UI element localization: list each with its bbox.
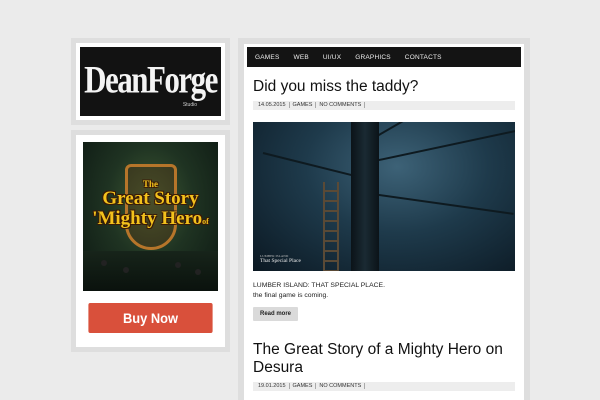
nav-item-uiux[interactable]: UI/UX (323, 54, 341, 61)
main-content-panel: GAMES WEB UI/UX GRAPHICS CONTACTS Did yo… (238, 38, 530, 400)
nav-item-contacts[interactable]: CONTACTS (405, 54, 442, 61)
read-more-button[interactable]: Read more (253, 306, 299, 321)
image-caption: LUMBER ISLAND That Special Place (260, 254, 301, 265)
post-meta: 19.01.2015 GAMES NO COMMENTS (253, 381, 515, 391)
post-excerpt: LUMBER ISLAND: THAT SPECIAL PLACE. the f… (253, 281, 515, 302)
logo-text: DeanForge (84, 57, 218, 102)
blog-post: Did you miss the taddy? 14.05.2015 GAMES… (247, 78, 521, 321)
game-title-line3: 'Mighty Heroof (83, 209, 218, 229)
tree-branch (364, 191, 514, 215)
post-meta: 14.05.2015 GAMES NO COMMENTS (253, 100, 515, 110)
excerpt-line: the final game is coming. (253, 292, 329, 300)
tree-branch (364, 121, 470, 144)
spider-figure (123, 267, 129, 273)
logo-panel: DeanForge Studio (71, 38, 230, 125)
game-title-of: of (202, 217, 209, 227)
nav-item-web[interactable]: WEB (293, 54, 308, 61)
spider-figure (195, 269, 201, 275)
logo-subtitle: Studio (182, 102, 197, 108)
logo-panel-inner: DeanForge Studio (76, 43, 225, 120)
tree-branch (364, 128, 515, 164)
post-title[interactable]: Did you miss the taddy? (253, 78, 515, 96)
game-title-line2: Great Story (102, 188, 199, 210)
game-cover-image[interactable]: The Great Story 'Mighty Heroof (83, 142, 218, 291)
main-content: GAMES WEB UI/UX GRAPHICS CONTACTS Did yo… (244, 44, 524, 400)
spider-figure (175, 262, 181, 268)
excerpt-line: LUMBER ISLAND: THAT SPECIAL PLACE. (253, 281, 385, 289)
post-category-link[interactable]: GAMES (293, 102, 317, 109)
main-nav: GAMES WEB UI/UX GRAPHICS CONTACTS (247, 47, 521, 67)
nav-item-games[interactable]: GAMES (255, 54, 279, 61)
post-featured-image[interactable]: LUMBER ISLAND That Special Place (253, 121, 515, 271)
blog-post: The Great Story of a Mighty Hero on Desu… (247, 341, 521, 391)
post-category-link[interactable]: GAMES (293, 383, 317, 389)
spider-figure (101, 260, 107, 266)
post-date: 19.01.2015 (258, 383, 290, 389)
game-title-line3-text: 'Mighty Hero (92, 208, 203, 230)
post-date: 14.05.2015 (258, 102, 290, 109)
image-caption-text: That Special Place (260, 258, 301, 265)
tree-trunk (351, 121, 379, 271)
promo-panel: The Great Story 'Mighty Heroof Buy Now (71, 130, 230, 352)
game-title-art: The Great Story 'Mighty Heroof (83, 179, 218, 229)
tree-branch (262, 151, 361, 178)
promo-panel-inner: The Great Story 'Mighty Heroof Buy Now (76, 135, 225, 347)
post-comments-link[interactable]: NO COMMENTS (319, 383, 366, 389)
buy-now-button[interactable]: Buy Now (88, 303, 213, 333)
post-comments-link[interactable]: NO COMMENTS (319, 102, 366, 109)
post-title[interactable]: The Great Story of a Mighty Hero on Desu… (253, 341, 515, 377)
site-logo[interactable]: DeanForge Studio (80, 47, 221, 116)
nav-item-graphics[interactable]: GRAPHICS (355, 54, 391, 61)
ladder (323, 181, 339, 271)
